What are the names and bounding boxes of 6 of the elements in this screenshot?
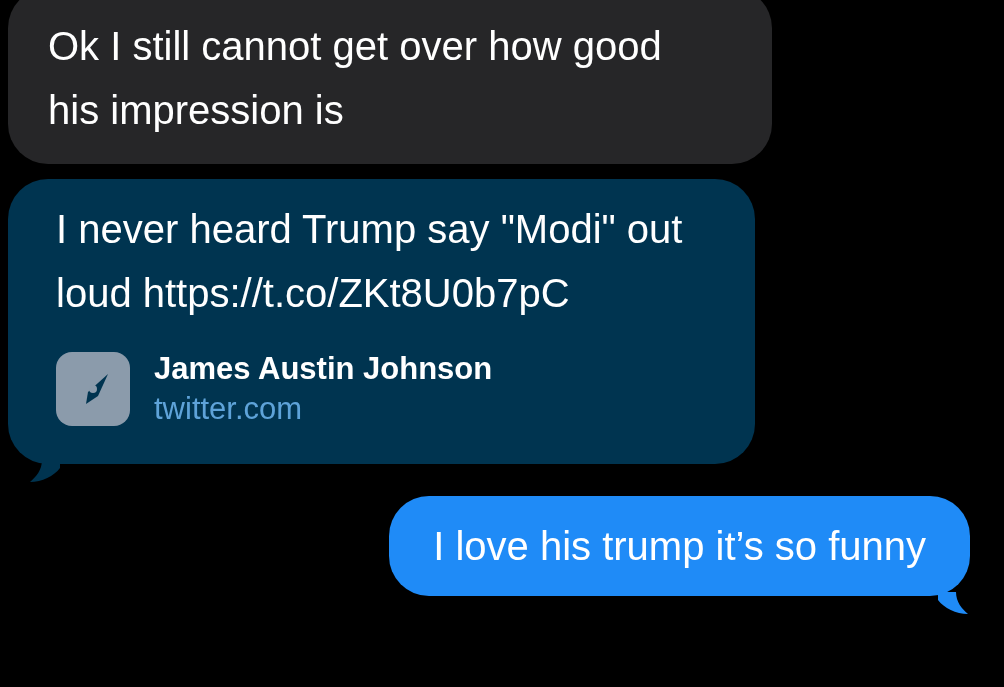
link-title[interactable]: James Austin Johnson bbox=[154, 349, 493, 390]
message-text: I never heard Trump say "Modi" out loud https://t.co/ZKt8U0b7pC bbox=[56, 206, 684, 317]
message-text: Ok I still cannot get over how good his impression is bbox=[48, 23, 663, 134]
compass-icon bbox=[56, 352, 130, 427]
message-text: I love his trump it’s so funny bbox=[433, 522, 926, 570]
link-domain[interactable]: twitter.com bbox=[154, 389, 493, 430]
